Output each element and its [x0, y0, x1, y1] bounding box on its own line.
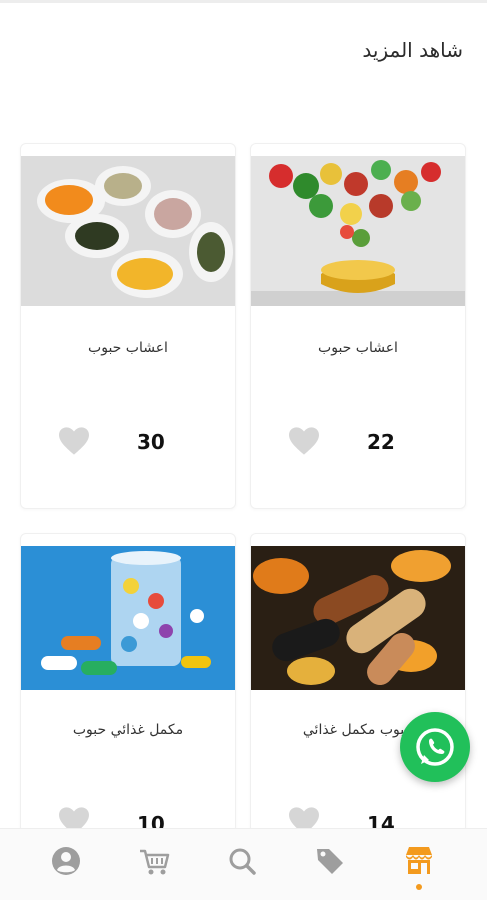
whatsapp-icon — [416, 728, 454, 766]
nav-store[interactable] — [401, 843, 437, 879]
product-name: اعشاب حبوب — [88, 340, 168, 356]
tag-icon — [317, 849, 343, 874]
product-card[interactable]: حبوب مكمل غذائي 14 — [250, 533, 466, 830]
profile-icon — [52, 847, 80, 875]
products-grid: شاهد المزيد اعشاب حبوب 22 اعشاب حبوب 30 … — [0, 0, 487, 830]
cart-icon — [140, 849, 170, 875]
search-icon — [229, 848, 256, 875]
product-card[interactable]: اعشاب حبوب 22 — [250, 143, 466, 509]
heart-icon[interactable] — [287, 806, 321, 830]
store-icon — [406, 847, 432, 874]
active-indicator — [416, 884, 422, 890]
vegetables-capsule-image — [251, 156, 465, 306]
heart-icon[interactable] — [57, 806, 91, 830]
see-more-link[interactable]: شاهد المزيد — [362, 38, 463, 62]
nav-cart[interactable] — [136, 843, 172, 879]
product-card[interactable]: اعشاب حبوب 30 — [20, 143, 236, 509]
likes-count: 22 — [367, 430, 395, 454]
heart-icon[interactable] — [287, 426, 321, 456]
product-card[interactable]: مكمل غذائي حبوب 10 — [20, 533, 236, 830]
bottom-nav — [0, 828, 487, 900]
nav-profile[interactable] — [48, 843, 84, 879]
whatsapp-button[interactable] — [400, 712, 470, 782]
likes-count: 30 — [137, 430, 165, 454]
softgel-capsules-image — [251, 546, 465, 690]
pills-glass-image — [21, 546, 235, 690]
product-name: اعشاب حبوب — [318, 340, 398, 356]
nav-search[interactable] — [224, 843, 260, 879]
supplement-spoons-image — [21, 156, 235, 306]
nav-offers[interactable] — [312, 843, 348, 879]
heart-icon[interactable] — [57, 426, 91, 456]
product-name: مكمل غذائي حبوب — [72, 722, 184, 738]
